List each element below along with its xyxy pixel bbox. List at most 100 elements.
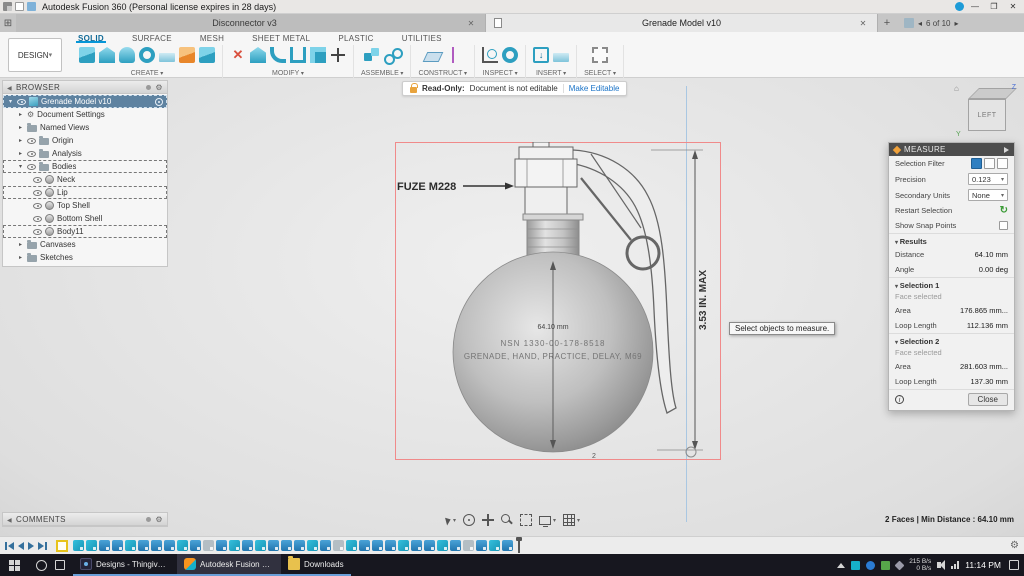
visibility-icon[interactable] — [33, 203, 42, 209]
panel-settings-icon[interactable] — [155, 83, 163, 92]
timeline-feature-icon-sketch[interactable] — [398, 540, 409, 551]
tray-app-icon[interactable] — [881, 561, 890, 570]
taskbar-app-browser[interactable]: Designs - Thingiverse ... — [73, 554, 177, 576]
selection2-section-header[interactable]: Selection 2 — [889, 333, 1014, 347]
filter-body-icon[interactable] — [971, 158, 982, 169]
timeline-feature-icon-feature[interactable] — [242, 540, 253, 551]
browser-item-named-views[interactable]: Named Views — [3, 121, 167, 134]
timeline-feature-icon-feature[interactable] — [424, 540, 435, 551]
timeline-feature-icon-feature[interactable] — [281, 540, 292, 551]
sweep-icon[interactable] — [139, 47, 155, 63]
measure-tool-icon[interactable] — [482, 47, 498, 63]
tray-app-icon[interactable] — [851, 561, 860, 570]
network-icon[interactable] — [951, 561, 959, 569]
save-icon[interactable] — [27, 2, 36, 11]
timeline-feature-icon-feature[interactable] — [138, 540, 149, 551]
workspace-selector[interactable]: DESIGN — [8, 38, 62, 72]
make-editable-link[interactable]: Make Editable — [569, 84, 620, 93]
account-avatar[interactable] — [955, 2, 964, 11]
timeline-feature-icon-feature[interactable] — [320, 540, 331, 551]
timeline-feature-icon-sketch[interactable] — [307, 540, 318, 551]
tab-grid-icon[interactable] — [0, 14, 16, 32]
fuze-housing[interactable] — [515, 159, 577, 187]
browser-item-origin[interactable]: Origin — [3, 134, 167, 147]
browser-item-analysis[interactable]: Analysis — [3, 147, 167, 160]
cursor-tool-icon[interactable] — [445, 516, 452, 525]
selection1-section-header[interactable]: Selection 1 — [889, 277, 1014, 291]
next-tab-icon[interactable] — [954, 19, 958, 28]
filter-face-icon[interactable] — [984, 158, 995, 169]
timeline-feature-icon-construct[interactable] — [203, 540, 214, 551]
timeline-feature-icon-feature[interactable] — [411, 540, 422, 551]
timeline-feature-icon-feature[interactable] — [151, 540, 162, 551]
prev-tab-icon[interactable] — [918, 19, 922, 28]
panel-settings-icon[interactable] — [155, 515, 163, 524]
app-menu-icon[interactable] — [3, 2, 12, 11]
expander-icon[interactable] — [7, 98, 14, 105]
timeline-playhead[interactable] — [518, 539, 520, 553]
close-measure-button[interactable]: Close — [968, 393, 1008, 406]
visibility-icon[interactable] — [33, 229, 42, 235]
visibility-icon[interactable] — [27, 151, 36, 157]
taskbar-app-downloads[interactable]: Downloads — [281, 554, 351, 576]
extrude-icon[interactable] — [99, 47, 115, 63]
timeline-feature-icon-feature[interactable] — [190, 540, 201, 551]
tray-app-icon[interactable] — [895, 560, 905, 570]
press-pull-icon[interactable] — [250, 47, 266, 63]
collapse-panel-icon[interactable] — [7, 83, 12, 92]
timeline-feature-icon-sketch[interactable] — [86, 540, 97, 551]
timeline-feature-icon-sketch[interactable] — [437, 540, 448, 551]
delete-icon[interactable] — [230, 47, 246, 63]
combine-icon[interactable] — [310, 47, 326, 63]
timeline-feature-icon-sketch[interactable] — [177, 540, 188, 551]
close-button[interactable] — [1005, 2, 1021, 11]
timeline-feature-icon-feature[interactable] — [450, 540, 461, 551]
form-icon[interactable] — [179, 47, 195, 63]
timeline-settings-icon[interactable] — [1010, 540, 1019, 551]
doc-tab-grenade-model[interactable]: Grenade Model v10 — [486, 14, 878, 32]
restart-selection-icon[interactable] — [1000, 205, 1008, 216]
visibility-icon[interactable] — [27, 164, 36, 170]
pattern-icon[interactable] — [199, 47, 215, 63]
timeline-feature-icon-feature[interactable] — [476, 540, 487, 551]
browser-item-body11[interactable]: Body11 — [3, 225, 167, 238]
visibility-icon[interactable] — [33, 177, 42, 183]
activate-radio-icon[interactable] — [155, 98, 163, 106]
grid-dropdown-icon[interactable] — [577, 517, 580, 524]
play-button[interactable] — [28, 542, 34, 550]
clock[interactable]: 11:14 PM — [965, 560, 1001, 570]
visibility-icon[interactable] — [33, 216, 42, 222]
orbit-icon[interactable] — [463, 514, 475, 526]
grid-settings-icon[interactable] — [563, 514, 575, 526]
browser-item-bodies[interactable]: Bodies — [3, 160, 167, 173]
file-menu-icon[interactable] — [15, 2, 24, 11]
neck-flange[interactable] — [523, 214, 583, 220]
timeline-position-marker[interactable] — [56, 540, 68, 552]
taskbar-app-fusion[interactable]: Autodesk Fusion 360 (... — [177, 554, 281, 576]
timeline-feature-icon-feature[interactable] — [216, 540, 227, 551]
timeline-feature-icon-feature[interactable] — [99, 540, 110, 551]
task-view-icon[interactable] — [55, 560, 65, 570]
loft-icon[interactable] — [159, 53, 175, 62]
new-body-icon[interactable] — [79, 47, 95, 63]
browser-item-lip[interactable]: Lip — [3, 186, 167, 199]
start-button[interactable] — [0, 554, 28, 576]
pages-icon[interactable] — [904, 18, 914, 28]
expander-icon[interactable] — [17, 111, 24, 118]
move-copy-icon[interactable] — [330, 47, 346, 63]
step-back-button[interactable] — [18, 542, 24, 550]
collapse-panel-icon[interactable] — [7, 515, 12, 524]
browser-item-root[interactable]: Grenade Model v10 — [3, 95, 167, 108]
new-tab-button[interactable] — [878, 14, 896, 32]
timeline-feature-icon-feature[interactable] — [385, 540, 396, 551]
maximize-button[interactable] — [986, 2, 1002, 11]
results-section-header[interactable]: Results — [889, 233, 1014, 247]
volume-icon[interactable] — [937, 562, 941, 568]
axis-icon[interactable] — [445, 47, 461, 63]
timeline-feature-icon-construct[interactable] — [463, 540, 474, 551]
browser-item-document-settings[interactable]: Document Settings — [3, 108, 167, 121]
tab-plastic[interactable]: PLASTIC — [336, 34, 375, 43]
timeline-feature-icon-feature[interactable] — [372, 540, 383, 551]
fuze-body[interactable] — [525, 187, 567, 215]
fillet-icon[interactable] — [270, 47, 286, 63]
